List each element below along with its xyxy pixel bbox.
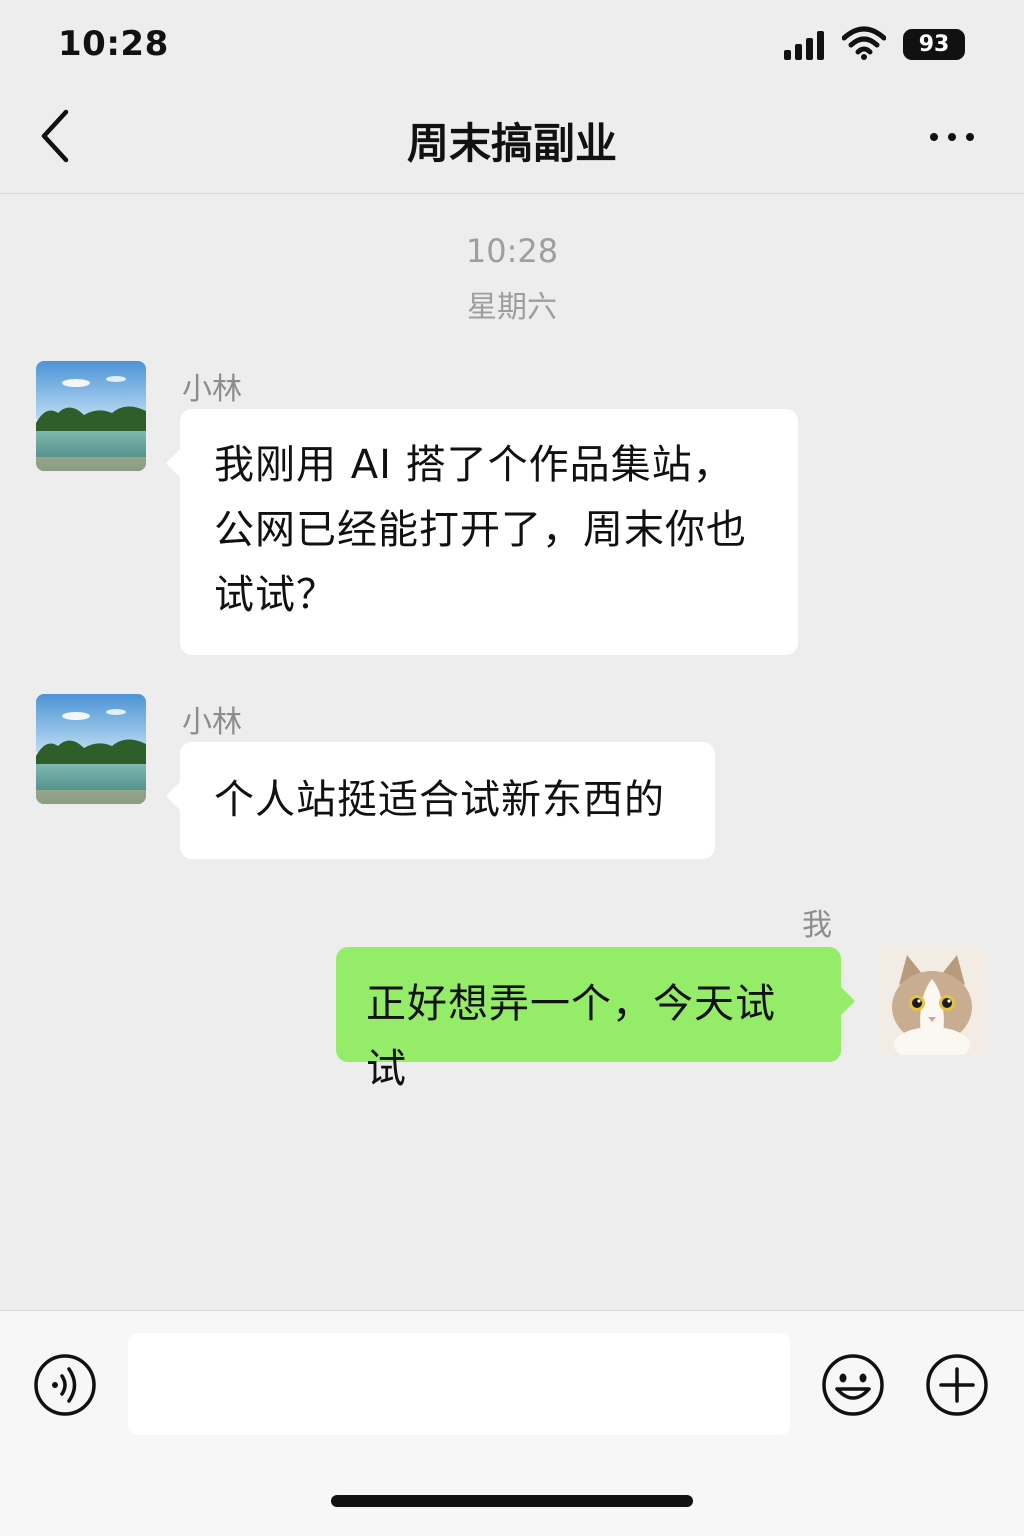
avatar-xiaolin[interactable] bbox=[36, 361, 146, 471]
input-bar bbox=[0, 1310, 1024, 1536]
battery-icon: 93 bbox=[903, 29, 965, 60]
emoji-icon[interactable] bbox=[821, 1353, 885, 1417]
avatar-self[interactable] bbox=[877, 945, 987, 1055]
message-line: 公网已经能打开了，周末你也 bbox=[214, 507, 747, 553]
timestamp-day: 星期六 bbox=[467, 290, 557, 325]
bubble-tail bbox=[166, 449, 180, 477]
signal-icon bbox=[784, 30, 826, 60]
plus-icon[interactable] bbox=[925, 1353, 989, 1417]
message-line: 个人站挺适合试新东西的 bbox=[214, 777, 665, 823]
nav-bar: 周末搞副业 bbox=[0, 92, 1024, 194]
message-input[interactable] bbox=[128, 1333, 790, 1435]
message-line: 试试？ bbox=[214, 572, 337, 618]
sender-name: 小林 bbox=[182, 372, 242, 407]
lake-landscape-image bbox=[36, 694, 146, 804]
bubble-tail bbox=[841, 987, 855, 1015]
lake-landscape-image bbox=[36, 361, 146, 471]
sender-name-self: 我 bbox=[802, 908, 832, 943]
sender-name: 小林 bbox=[182, 705, 242, 740]
wifi-icon bbox=[842, 26, 886, 60]
chat-screen: 10:28 93 周末搞副业 10:28 星期六 小林 我刚用 AI 搭了个作品… bbox=[0, 0, 1024, 1536]
message-bubble-incoming[interactable]: 个人站挺适合试新东西的 bbox=[166, 742, 715, 859]
message-line: 正好想弄一个，今天试试 bbox=[366, 981, 776, 1092]
more-dots-icon[interactable] bbox=[918, 114, 986, 160]
avatar-xiaolin[interactable] bbox=[36, 694, 146, 804]
status-time: 10:28 bbox=[58, 24, 169, 64]
message-bubble-outgoing[interactable]: 正好想弄一个，今天试试 bbox=[336, 947, 855, 1092]
bubble-tail bbox=[166, 782, 180, 810]
cat-photo-image bbox=[877, 945, 987, 1055]
chat-title: 周末搞副业 bbox=[406, 119, 617, 168]
message-bubble-incoming[interactable]: 我刚用 AI 搭了个作品集站， 公网已经能打开了，周末你也 试试？ bbox=[166, 409, 798, 655]
timestamp-time: 10:28 bbox=[465, 232, 559, 270]
home-indicator[interactable] bbox=[331, 1495, 693, 1507]
voice-icon[interactable] bbox=[33, 1353, 97, 1417]
message-line: 我刚用 AI 搭了个作品集站， bbox=[214, 442, 734, 488]
